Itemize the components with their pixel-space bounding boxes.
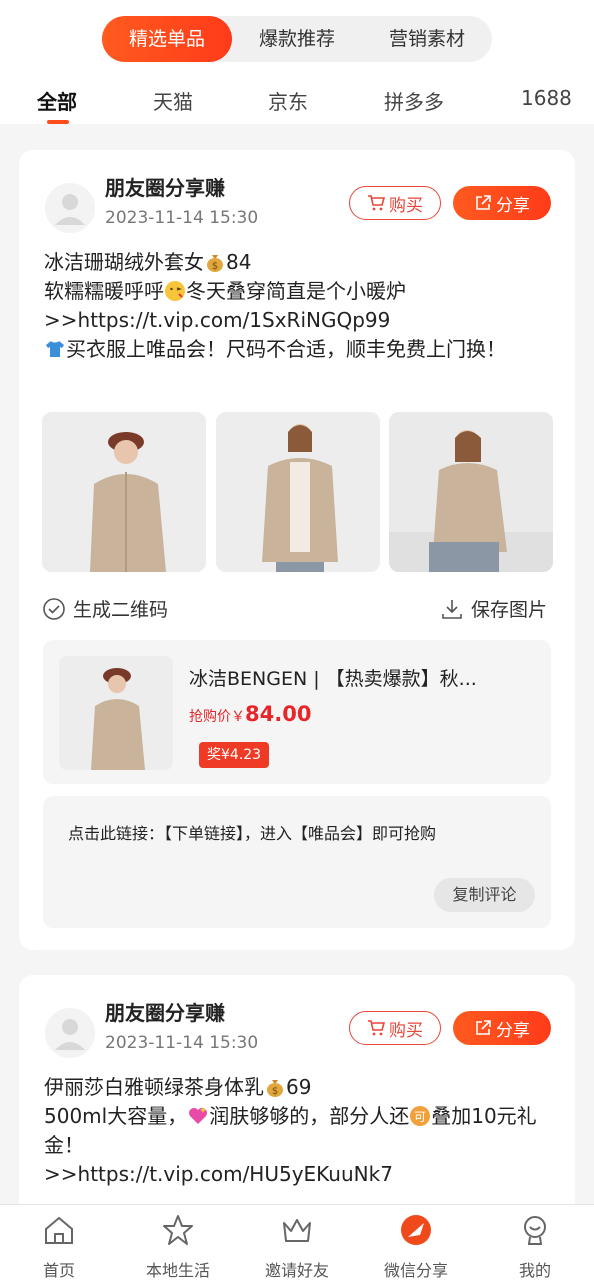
tshirt-icon (46, 341, 64, 357)
avatar (45, 183, 95, 233)
nav-local-life-label: 本地生活 (145, 1261, 210, 1280)
product-photo[interactable] (389, 412, 553, 572)
post-line: 冰洁珊瑚绒外套女 (44, 250, 204, 274)
platform-tabs: 全部 天猫 京东 拼多多 1688 (0, 80, 594, 124)
kiss-face-icon (165, 281, 185, 301)
product-price: 抢购价￥84.00 (189, 702, 311, 726)
svg-text:$: $ (212, 261, 218, 272)
wechat-share-icon (401, 1215, 431, 1245)
tab-tmall[interactable]: 天猫 (153, 86, 193, 115)
star-icon (163, 1215, 193, 1245)
share-label: 分享 (496, 1020, 530, 1041)
post-title: 朋友圈分享赚 (105, 176, 225, 200)
home-icon (45, 1216, 73, 1244)
product-name: 冰洁BENGEN | 【热卖爆款】秋... (189, 668, 477, 690)
active-tab-indicator (47, 120, 69, 124)
top-bar: 精选单品 爆款推荐 营销素材 全部 天猫 京东 拼多多 1688 (0, 0, 594, 124)
nav-mine[interactable]: 我的 (476, 1205, 594, 1280)
post-time: 2023-11-14 15:30 (105, 1033, 259, 1053)
comment-text: 点击此链接：【下单链接】，进入【唯品会】即可抢购 (68, 824, 437, 843)
nav-invite[interactable]: 邀请好友 (238, 1205, 356, 1280)
reward-badge: 奖¥4.23 (199, 742, 270, 768)
post-line: 伊丽莎白雅顿绿茶身体乳 (44, 1075, 264, 1099)
crown-icon (283, 1219, 311, 1242)
post-text: 伊丽莎白雅顿绿茶身体乳 $69 500ml大容量， 润肤够够的，部分人还可叠加10元… (44, 1073, 554, 1189)
post-title: 朋友圈分享赚 (105, 1001, 225, 1025)
tab-pinduoduo[interactable]: 拼多多 (384, 86, 444, 115)
post-line: 润肤够够的，部分人还 (209, 1104, 410, 1128)
nav-local-life[interactable]: 本地生活 (119, 1205, 237, 1280)
product-photo[interactable] (42, 412, 206, 572)
buy-label: 购买 (389, 195, 423, 216)
product-photo[interactable] (216, 412, 380, 572)
post-line: 买衣服上唯品会！尺码不合适，顺丰免费上门换！ (66, 337, 506, 361)
sparkling-heart-icon (189, 1107, 208, 1124)
post-link[interactable]: >>https://t.vip.com/HU5yEKuuNk7 (44, 1160, 554, 1189)
money-bag-icon: $ (267, 1080, 283, 1097)
post-card: 朋友圈分享赚 2023-11-14 15:30 购买 分享 伊丽莎白雅顿绿茶身体… (19, 975, 575, 1215)
share-icon (476, 195, 491, 210)
segment-marketing[interactable]: 营销素材 (367, 16, 487, 62)
post-card: 朋友圈分享赚 2023-11-14 15:30 购买 分享 冰洁珊瑚绒外套女 $8… (19, 150, 575, 950)
copy-comment-button[interactable]: 复制评论 (434, 878, 535, 912)
nav-wechat-share[interactable]: 微信分享 (357, 1205, 475, 1280)
segmented-control: 精选单品 爆款推荐 营销素材 (102, 16, 492, 62)
product-thumbnail (59, 656, 173, 770)
cart-icon (368, 195, 385, 211)
buy-button[interactable]: 购买 (349, 1011, 441, 1045)
comment-box: 点击此链接：【下单链接】，进入【唯品会】即可抢购 复制评论 (43, 796, 551, 928)
price-label: 抢购价￥ (189, 709, 245, 725)
nav-home[interactable]: 首页 (0, 1205, 118, 1280)
profile-icon (524, 1216, 546, 1245)
tab-jd[interactable]: 京东 (268, 86, 308, 115)
segment-hot[interactable]: 爆款推荐 (237, 16, 357, 62)
nav-mine-label: 我的 (518, 1261, 551, 1280)
cart-icon (368, 1020, 385, 1036)
post-line: 500ml大容量， (44, 1104, 188, 1128)
post-text: 冰洁珊瑚绒外套女 $84 软糯糯暖呼呼 冬天叠穿简直是个小暖炉 >>https://… (44, 248, 554, 364)
post-line: 冬天叠穿简直是个小暖炉 (186, 279, 406, 303)
buy-button[interactable]: 购买 (349, 186, 441, 220)
share-button[interactable]: 分享 (453, 1011, 551, 1045)
generate-qr-label: 生成二维码 (73, 599, 169, 621)
post-price: 84 (226, 250, 252, 274)
post-link[interactable]: >>https://t.vip.com/1SxRiNGQp99 (44, 306, 554, 335)
post-line: 软糯糯暖呼呼 (44, 279, 164, 303)
post-price: 69 (286, 1075, 312, 1099)
ke-badge-icon: 可 (410, 1106, 431, 1126)
check-circle-icon (43, 597, 65, 620)
price-value: 84.00 (245, 702, 312, 726)
bottom-navigation: 首页 本地生活 邀请好友 微信分享 我的 (0, 1204, 594, 1280)
svg-text:$: $ (272, 1086, 278, 1097)
product-card[interactable]: 冰洁BENGEN | 【热卖爆款】秋... 抢购价￥84.00 奖¥4.23 (43, 640, 551, 784)
save-image-button[interactable]: 保存图片 (441, 595, 547, 622)
segment-featured[interactable]: 精选单品 (102, 16, 232, 62)
money-bag-icon: $ (207, 255, 223, 272)
save-image-label: 保存图片 (471, 599, 548, 621)
nav-invite-label: 邀请好友 (264, 1261, 329, 1280)
share-button[interactable]: 分享 (453, 186, 551, 220)
share-label: 分享 (496, 195, 530, 216)
share-icon (476, 1020, 491, 1035)
buy-label: 购买 (389, 1020, 423, 1041)
download-icon (442, 599, 462, 619)
post-time: 2023-11-14 15:30 (105, 208, 259, 228)
tab-all[interactable]: 全部 (37, 86, 77, 115)
svg-text:可: 可 (414, 1110, 426, 1124)
nav-wechat-share-label: 微信分享 (383, 1261, 448, 1280)
generate-qr-button[interactable]: 生成二维码 (43, 595, 168, 622)
avatar (45, 1008, 95, 1058)
tab-1688[interactable]: 1688 (521, 86, 572, 110)
nav-home-label: 首页 (42, 1261, 75, 1280)
